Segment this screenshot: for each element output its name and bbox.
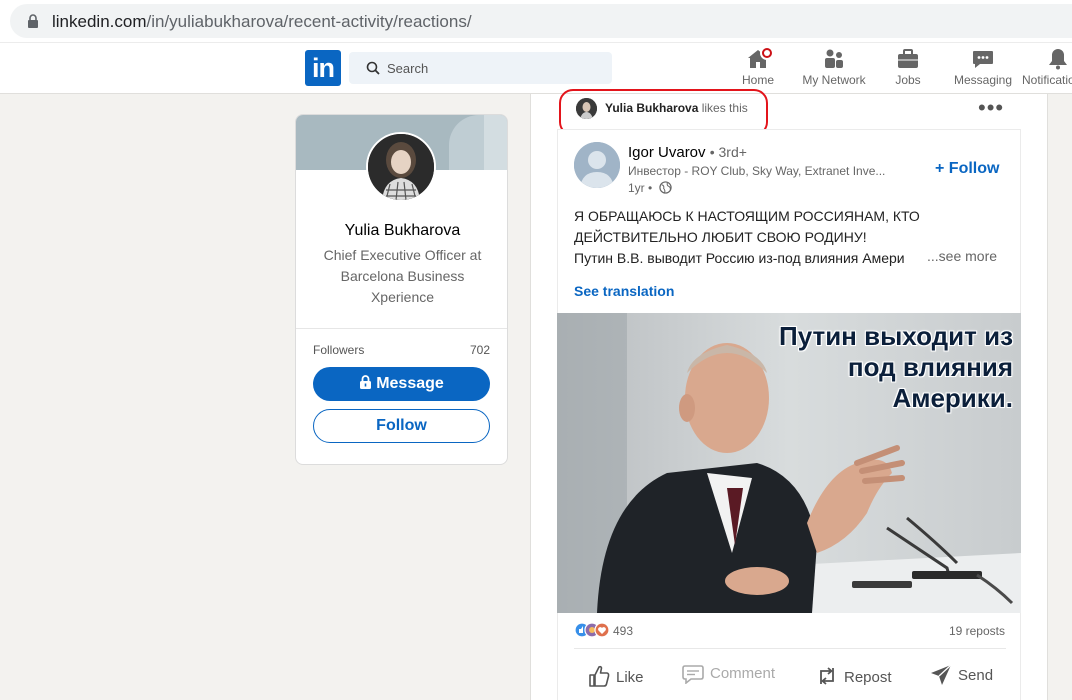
- divider: [296, 328, 507, 329]
- connection-degree: • 3rd+: [709, 144, 747, 160]
- search-placeholder: Search: [387, 61, 429, 76]
- reposts-count[interactable]: 19 reposts: [949, 624, 1005, 638]
- profile-card: Yulia Bukharova Chief Executive Officer …: [295, 114, 508, 465]
- nav-messaging-label: Messaging: [953, 73, 1013, 87]
- profile-photo: [368, 134, 434, 200]
- post-time: 1yr •: [628, 181, 672, 195]
- send-icon: [931, 664, 952, 685]
- cover-shape: [484, 115, 507, 170]
- globe-icon: [658, 181, 672, 194]
- lock-icon: [28, 14, 38, 28]
- followers-count: 702: [469, 343, 490, 357]
- divider: [574, 648, 1006, 649]
- network-icon: [825, 49, 843, 68]
- comment-label: Comment: [710, 665, 776, 682]
- post-text-line: Я ОБРАЩАЮСЬ К НАСТОЯЩИМ РОССИЯНАМ, КТО: [574, 208, 920, 224]
- post-text-line: ДЕЙСТВИТЕЛЬНО ЛЮБИТ СВОЮ РОДИНУ!: [574, 229, 867, 245]
- see-more-link[interactable]: ...see more: [925, 248, 998, 264]
- lock-icon: [360, 375, 372, 389]
- repost-icon: [820, 667, 834, 685]
- browser-address-bar: linkedin.com/in/yuliabukharova/recent-ac…: [0, 0, 1072, 43]
- author-avatar[interactable]: [574, 142, 620, 188]
- follow-author-button[interactable]: + Follow: [935, 160, 999, 178]
- author-headline: Инвестор - ROY Club, Sky Way, Extranet I…: [628, 164, 886, 178]
- search-icon: [366, 61, 380, 75]
- image-caption-line: Америки.: [892, 383, 1013, 413]
- post-time-text: 1yr •: [628, 181, 653, 195]
- send-button[interactable]: Send: [930, 664, 993, 692]
- profile-title: Chief Executive Officer at Barcelona Bus…: [323, 247, 482, 305]
- image-caption: Путин выходит из под влияния Америки.: [779, 321, 1013, 414]
- nav-messaging[interactable]: Messaging: [951, 47, 1015, 91]
- repost-label: Repost: [844, 669, 892, 686]
- follow-button[interactable]: Follow: [313, 409, 490, 443]
- message-button-label: Message: [376, 375, 444, 392]
- author-name-line: Igor Uvarov • 3rd+: [628, 144, 747, 161]
- message-icon: [973, 51, 993, 68]
- linkedin-logo[interactable]: in: [305, 50, 341, 86]
- nav-home-label: Home: [741, 73, 774, 87]
- post-image[interactable]: Путин выходит из под влияния Америки.: [557, 313, 1021, 613]
- nav-notifications-label: Notifications: [1022, 73, 1072, 87]
- send-label: Send: [958, 667, 994, 684]
- more-options-icon[interactable]: •••: [978, 97, 1004, 119]
- nav-my-network-label: My Network: [802, 73, 866, 87]
- profile-name[interactable]: Yulia Bukharova: [296, 222, 507, 240]
- comment-icon: [682, 665, 704, 685]
- message-button[interactable]: Message: [313, 367, 490, 401]
- reaction-icons[interactable]: [574, 622, 614, 638]
- default-avatar-icon: [574, 142, 620, 188]
- url-input[interactable]: linkedin.com/in/yuliabukharova/recent-ac…: [10, 4, 1072, 38]
- thumbs-up-icon: [589, 665, 610, 687]
- nav-home[interactable]: Home: [738, 46, 778, 91]
- nav-jobs-label: Jobs: [895, 73, 921, 87]
- followers-label: Followers: [313, 343, 365, 357]
- comment-button[interactable]: Comment: [682, 664, 775, 692]
- reaction-count[interactable]: 493: [613, 624, 633, 638]
- nav-notifications[interactable]: Notifications: [1022, 47, 1072, 91]
- author-name[interactable]: Igor Uvarov: [628, 144, 706, 161]
- bell-icon: [1049, 49, 1067, 70]
- see-translation-link[interactable]: See translation: [574, 283, 674, 299]
- repost-button[interactable]: Repost: [816, 664, 892, 692]
- nav-jobs[interactable]: Jobs: [891, 47, 925, 91]
- like-label: Like: [616, 669, 644, 686]
- search-input[interactable]: Search: [349, 52, 612, 84]
- notification-badge: [760, 46, 774, 60]
- like-button[interactable]: Like: [588, 664, 644, 692]
- profile-avatar[interactable]: [366, 132, 436, 202]
- briefcase-icon: [898, 49, 918, 68]
- nav-my-network[interactable]: My Network: [798, 47, 870, 91]
- cover-shape: [449, 115, 484, 170]
- url-text: linkedin.com/in/yuliabukharova/recent-ac…: [52, 12, 472, 31]
- image-caption-line: Путин выходит из: [779, 321, 1013, 351]
- image-caption-line: под влияния: [847, 352, 1013, 382]
